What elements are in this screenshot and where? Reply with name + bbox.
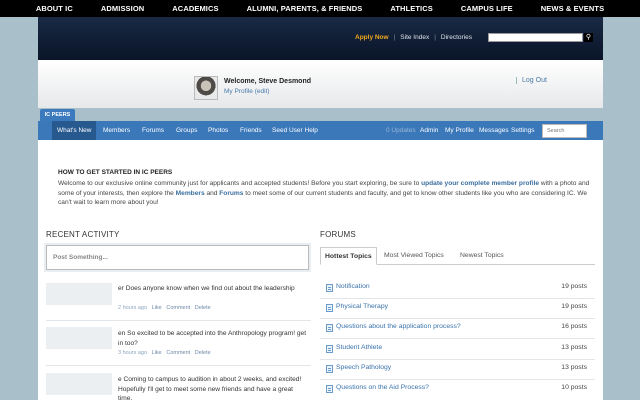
tab-messages[interactable]: Messages <box>479 121 509 140</box>
tab-admin[interactable]: Admin <box>420 121 438 140</box>
nav-about-ic[interactable]: ABOUT IC <box>36 4 73 13</box>
document-icon <box>326 324 333 332</box>
site-search-input[interactable] <box>488 33 583 42</box>
forum-topic-row[interactable]: Questions on the Aid Process? 10 posts <box>320 379 595 399</box>
document-icon <box>326 284 333 292</box>
comment-link[interactable]: Comment <box>166 305 190 311</box>
forum-topic-row[interactable]: Student Athlete 13 posts <box>320 339 595 359</box>
delete-link[interactable]: Delete <box>195 305 211 311</box>
document-icon <box>326 304 333 312</box>
topic-name[interactable]: Questions on the Aid Process? <box>336 384 429 391</box>
tab-seed-user-help[interactable]: Seed User Help <box>272 121 318 140</box>
search-icon[interactable]: ⚲ <box>584 33 593 42</box>
activity-avatar[interactable] <box>46 327 112 349</box>
member-search-input[interactable]: Search <box>542 124 587 138</box>
forum-topic-row[interactable]: Notification 19 posts <box>320 278 595 298</box>
tab-hottest-topics[interactable]: Hottest Topics <box>320 247 377 265</box>
topic-post-count: 19 posts <box>561 283 587 290</box>
separator: | <box>434 34 436 41</box>
intro-text-part: and <box>204 189 220 197</box>
activity-avatar[interactable] <box>46 283 112 305</box>
sub-nav: What's New Members Forums Groups Photos … <box>38 121 603 140</box>
intro-text: Welcome to our exclusive online communit… <box>58 179 598 208</box>
tab-most-viewed-topics[interactable]: Most Viewed Topics <box>380 247 448 265</box>
forum-topic-row[interactable]: Physical Therapy 19 posts <box>320 298 595 318</box>
apply-now-link[interactable]: Apply Now <box>355 34 389 41</box>
forums-link[interactable]: Forums <box>219 190 243 197</box>
tab-my-profile[interactable]: My Profile <box>445 121 474 140</box>
topic-name[interactable]: Questions about the application process? <box>336 323 461 330</box>
topic-post-count: 16 posts <box>561 323 587 330</box>
like-link[interactable]: Like <box>152 350 162 356</box>
topic-name[interactable]: Notification <box>336 283 370 290</box>
utility-links: Apply Now | Site Index | Directories <box>355 34 472 41</box>
tab-groups[interactable]: Groups <box>176 121 197 140</box>
directories-link[interactable]: Directories <box>441 34 472 41</box>
topic-post-count: 13 posts <box>561 364 587 371</box>
divider <box>46 365 311 366</box>
document-icon <box>326 385 333 393</box>
nav-academics[interactable]: ACADEMICS <box>172 4 218 13</box>
welcome-text: Welcome, Steve Desmond <box>224 78 312 85</box>
tab-settings[interactable]: Settings <box>511 121 535 140</box>
activity-meta: 2 hours ago Like Comment Delete <box>118 305 211 311</box>
activity-text: en So excited to be accepted into the An… <box>118 330 307 347</box>
forum-tabs: Hottest Topics Most Viewed Topics Newest… <box>320 247 595 265</box>
nav-campus-life[interactable]: CAMPUS LIFE <box>461 4 513 13</box>
ic-peers-tab[interactable]: IC PEERS <box>40 109 75 121</box>
post-placeholder: Post Something... <box>53 254 108 261</box>
nav-athletics[interactable]: ATHLETICS <box>390 4 432 13</box>
topic-name[interactable]: Physical Therapy <box>336 303 388 310</box>
tab-friends[interactable]: Friends <box>240 121 262 140</box>
topic-post-count: 10 posts <box>561 384 587 391</box>
logout-link[interactable]: Log Out <box>516 77 547 84</box>
avatar[interactable] <box>194 76 218 100</box>
my-profile-link[interactable]: My Profile (edit) <box>224 88 270 95</box>
activity-meta: 3 hours ago Like Comment Delete <box>118 350 211 356</box>
divider <box>46 320 311 321</box>
comment-link[interactable]: Comment <box>166 350 190 356</box>
topic-post-count: 19 posts <box>561 303 587 310</box>
activity-time: 2 hours ago <box>118 305 148 311</box>
top-nav: ABOUT IC ADMISSION ACADEMICS ALUMNI, PAR… <box>0 0 640 17</box>
topic-post-count: 13 posts <box>561 344 587 351</box>
profile-band: Welcome, Steve Desmond My Profile (edit)… <box>38 60 603 108</box>
forums-title: FORUMS <box>320 230 356 239</box>
tab-whats-new[interactable]: What's New <box>52 121 97 140</box>
tab-forums[interactable]: Forums <box>142 121 164 140</box>
tab-members[interactable]: Members <box>103 121 130 140</box>
post-input[interactable]: Post Something... <box>46 245 309 270</box>
forum-topic-row[interactable]: Questions about the application process?… <box>320 318 595 338</box>
document-icon <box>326 365 333 373</box>
activity-time: 3 hours ago <box>118 350 148 356</box>
document-icon <box>326 345 333 353</box>
tab-newest-topics[interactable]: Newest Topics <box>456 247 508 265</box>
topic-name[interactable]: Student Athlete <box>336 344 382 351</box>
delete-link[interactable]: Delete <box>195 350 211 356</box>
forum-topic-row[interactable]: Speech Pathology 13 posts <box>320 359 595 379</box>
site-index-link[interactable]: Site Index <box>400 34 429 41</box>
recent-activity-title: RECENT ACTIVITY <box>46 230 120 239</box>
updates-count[interactable]: 0 Updates <box>386 121 416 140</box>
intro-title: HOW TO GET STARTED IN IC PEERS <box>58 169 173 176</box>
like-link[interactable]: Like <box>152 305 162 311</box>
update-profile-link[interactable]: update your complete member profile <box>421 180 539 187</box>
members-link[interactable]: Members <box>176 190 205 197</box>
topic-name[interactable]: Speech Pathology <box>336 364 391 371</box>
activity-text: er Does anyone know when we find out abo… <box>118 285 295 292</box>
nav-news-events[interactable]: NEWS & EVENTS <box>541 4 604 13</box>
intro-text-part: Welcome to our exclusive online communit… <box>58 180 422 187</box>
nav-alumni[interactable]: ALUMNI, PARENTS, & FRIENDS <box>247 4 363 13</box>
activity-text: e Coming to campus to audition in about … <box>118 376 302 400</box>
tab-photos[interactable]: Photos <box>208 121 228 140</box>
separator: | <box>393 34 396 41</box>
nav-admission[interactable]: ADMISSION <box>101 4 144 13</box>
activity-avatar[interactable] <box>46 373 112 395</box>
